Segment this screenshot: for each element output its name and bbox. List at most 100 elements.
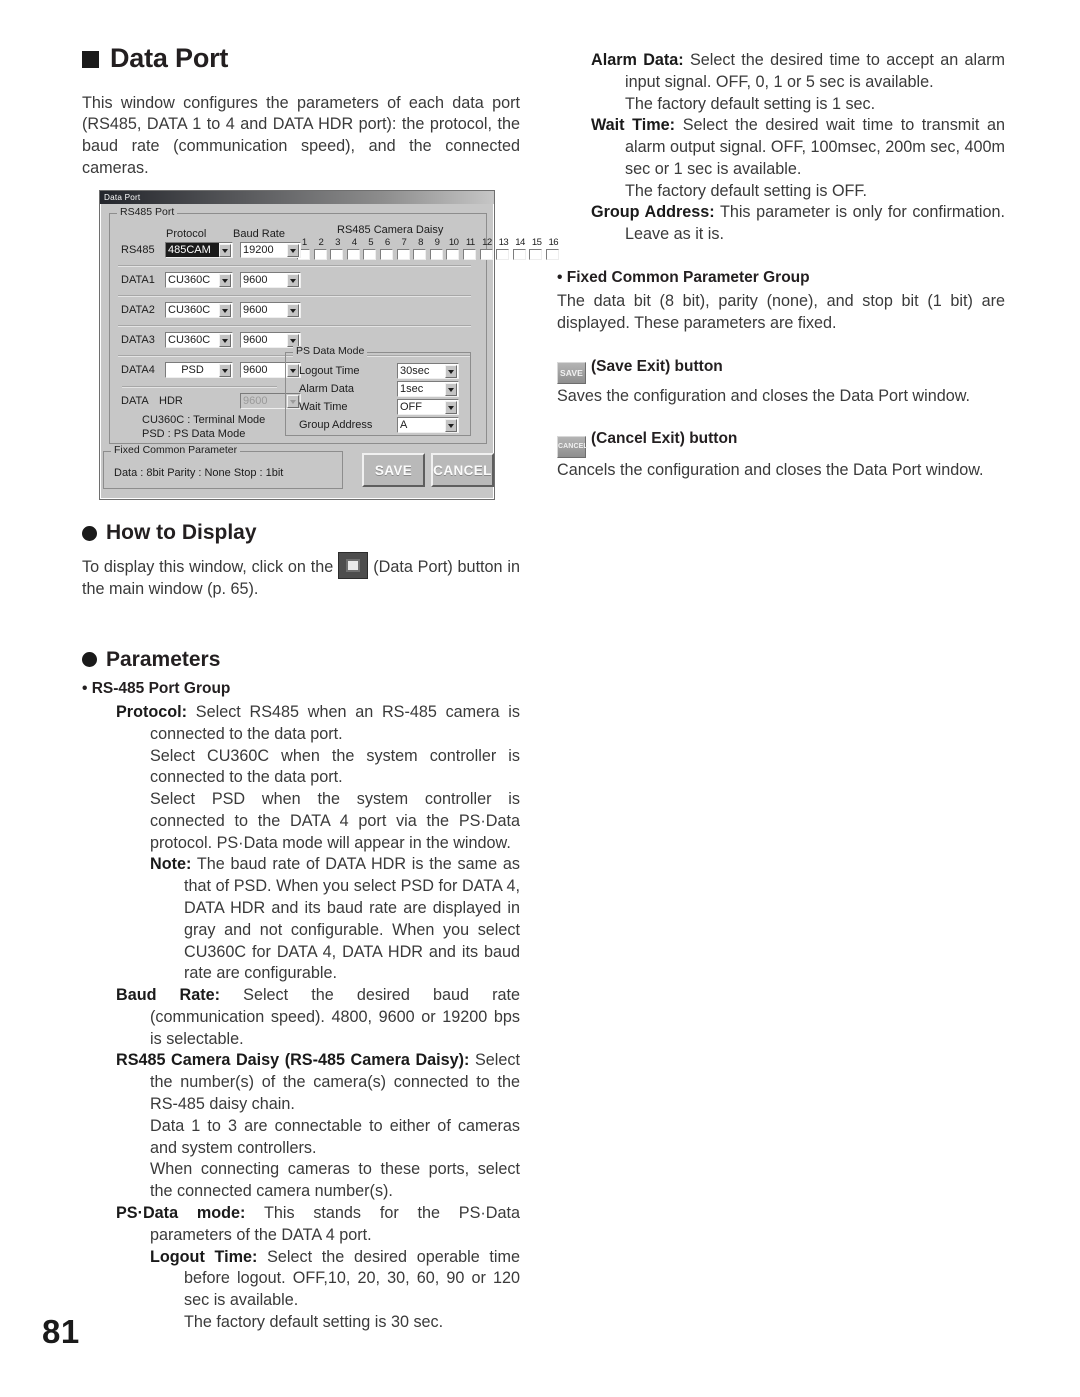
baud-value-data-hdr: 9600 — [243, 395, 268, 407]
param-alarm-data-default: The factory default setting is 1 sec. — [557, 94, 1005, 116]
dialog-client-area: RS485 Port Protocol Baud Rate RS485 Came… — [100, 204, 559, 498]
port-label-data-hdr-a: DATA — [121, 395, 149, 407]
ps-combo-alarm-data[interactable]: 1sec — [397, 381, 459, 397]
protocol-combo-data4[interactable]: PSD — [165, 362, 233, 378]
chevron-down-icon[interactable] — [287, 273, 299, 287]
param-wait-time: Wait Time: Select the desired wait time … — [557, 115, 1005, 180]
param-text-note: The baud rate of DATA HDR is the same as… — [184, 855, 520, 983]
protocol-value-data2: CU360C — [168, 304, 211, 316]
camera-daisy-checkbox-5[interactable] — [363, 249, 377, 260]
legend-line-cu360c: CU360C : Terminal Mode — [142, 414, 266, 426]
cancel-button[interactable]: CANCEL — [431, 453, 494, 487]
baud-value-data1: 9600 — [243, 274, 268, 286]
ps-combo-group-address[interactable]: A — [397, 417, 459, 433]
camera-daisy-checkbox-3[interactable] — [330, 249, 344, 260]
chevron-down-icon[interactable] — [287, 243, 299, 257]
row-divider — [118, 295, 471, 297]
protocol-value-rs485: 485CAM — [166, 243, 219, 257]
camera-daisy-checkbox-14[interactable] — [512, 249, 526, 260]
camera-daisy-number-14: 14 — [515, 237, 525, 248]
right-column: Alarm Data: Select the desired time to a… — [557, 50, 1005, 482]
camera-daisy-number-4: 4 — [351, 237, 357, 248]
cancel-exit-button-heading-text: (Cancel Exit) button — [591, 430, 738, 448]
param-term-protocol: Protocol: — [116, 702, 188, 721]
camera-daisy-number-13: 13 — [498, 237, 509, 248]
port-label-data2: DATA2 — [121, 304, 155, 316]
square-bullet-icon — [82, 51, 99, 69]
param-camera-daisy-note1: Data 1 to 3 are connectable to either of… — [82, 1116, 520, 1160]
protocol-combo-data3[interactable]: CU360C — [165, 332, 233, 348]
round-bullet-icon — [82, 525, 97, 541]
camera-daisy-checkbox-10[interactable] — [446, 249, 460, 260]
param-group-address: Group Address: This parameter is only fo… — [557, 202, 1005, 246]
ps-label-group-address: Group Address — [299, 419, 373, 431]
how-to-display-heading-text: How to Display — [106, 521, 257, 544]
port-label-data-hdr-b: HDR — [159, 395, 183, 407]
page-number: 81 — [42, 1313, 80, 1350]
param-text-protocol: Select RS485 when an RS-485 camera is co… — [150, 702, 520, 743]
camera-daisy-number-2: 2 — [318, 237, 324, 248]
baud-combo-data3[interactable]: 9600 — [240, 332, 301, 348]
ps-combo-wait-time[interactable]: OFF — [397, 399, 459, 415]
data-port-icon — [338, 552, 369, 580]
chevron-down-icon[interactable] — [445, 418, 457, 432]
chevron-down-icon[interactable] — [219, 273, 231, 287]
camera-daisy-checkbox-7[interactable] — [396, 249, 410, 260]
param-text-wait-time: Select the desired wait time to transmit… — [625, 116, 1005, 178]
chevron-down-icon[interactable] — [287, 303, 299, 317]
baud-combo-rs485[interactable]: 19200 — [240, 242, 301, 258]
how-to-display-paragraph: To display this window, click on the (Dat… — [82, 552, 520, 601]
ps-value-alarm-data: 1sec — [400, 383, 424, 395]
param-text-wait-time-default: The factory default setting is OFF. — [625, 181, 868, 200]
baud-combo-data1[interactable]: 9600 — [240, 272, 301, 288]
ps-combo-logout-time[interactable]: 30sec — [397, 363, 459, 379]
camera-daisy-checkbox-12[interactable] — [479, 249, 493, 260]
protocol-combo-data1[interactable]: CU360C — [165, 272, 233, 288]
camera-daisy-checkbox-8[interactable] — [413, 249, 427, 260]
camera-daisy-checkbox-11[interactable] — [462, 249, 476, 260]
camera-daisy-checkbox-9[interactable] — [429, 249, 443, 260]
cancel-exit-button-heading: CANCEL (Cancel Exit) button — [557, 429, 1005, 459]
protocol-combo-rs485[interactable]: 485CAM — [165, 242, 233, 258]
camera-daisy-number-10: 10 — [448, 237, 459, 248]
chevron-down-icon[interactable] — [445, 364, 457, 378]
param-text-camera-daisy-note2: When connecting cameras to these ports, … — [150, 1160, 520, 1201]
chevron-down-icon[interactable] — [219, 303, 231, 317]
chevron-down-icon[interactable] — [219, 243, 231, 257]
camera-daisy-numbers: 1 2 3 4 5 6 7 8 9 10 11 12 13 14 15 16 — [296, 237, 562, 248]
camera-daisy-checkbox-13[interactable] — [496, 249, 510, 260]
camera-daisy-checkbox-row[interactable] — [297, 249, 563, 260]
protocol-value-data4: PSD — [181, 364, 204, 376]
param-text-camera-daisy-note1: Data 1 to 3 are connectable to either of… — [150, 1116, 520, 1157]
camera-daisy-number-15: 15 — [531, 237, 542, 248]
ps-value-wait-time: OFF — [400, 401, 422, 413]
how-to-display-heading: How to Display — [82, 521, 520, 545]
chevron-down-icon[interactable] — [445, 400, 457, 414]
chevron-down-icon[interactable] — [219, 363, 231, 377]
camera-daisy-header: RS485 Camera Daisy — [337, 224, 444, 236]
param-alarm-data: Alarm Data: Select the desired time to a… — [557, 50, 1005, 94]
param-ps-data-mode: PS·Data mode: This stands for the PS·Dat… — [82, 1203, 520, 1247]
row-divider — [122, 386, 277, 388]
camera-daisy-checkbox-2[interactable] — [313, 249, 327, 260]
chevron-down-icon[interactable] — [445, 382, 457, 396]
camera-daisy-checkbox-4[interactable] — [346, 249, 360, 260]
param-camera-daisy: RS485 Camera Daisy (RS-485 Camera Daisy)… — [82, 1050, 520, 1115]
chevron-down-icon[interactable] — [219, 333, 231, 347]
camera-daisy-checkbox-6[interactable] — [379, 249, 393, 260]
baud-rate-column-header: Baud Rate — [233, 228, 285, 240]
save-button[interactable]: SAVE — [362, 453, 425, 487]
param-term-note: Note: — [150, 855, 192, 874]
param-term-group-address: Group Address: — [591, 203, 715, 222]
protocol-combo-data2[interactable]: CU360C — [165, 302, 233, 318]
row-divider — [118, 265, 471, 267]
camera-daisy-checkbox-15[interactable] — [529, 249, 543, 260]
baud-combo-data2[interactable]: 9600 — [240, 302, 301, 318]
cancel-button-label: CANCEL — [433, 462, 492, 478]
param-text-alarm-data-default: The factory default setting is 1 sec. — [625, 94, 876, 113]
page-title-text: Data Port — [110, 43, 229, 73]
ps-label-wait-time: Wait Time — [299, 401, 348, 413]
intro-paragraph: This window configures the parameters of… — [82, 93, 520, 178]
param-note: Note: The baud rate of DATA HDR is the s… — [82, 854, 520, 985]
camera-daisy-number-5: 5 — [368, 237, 374, 248]
